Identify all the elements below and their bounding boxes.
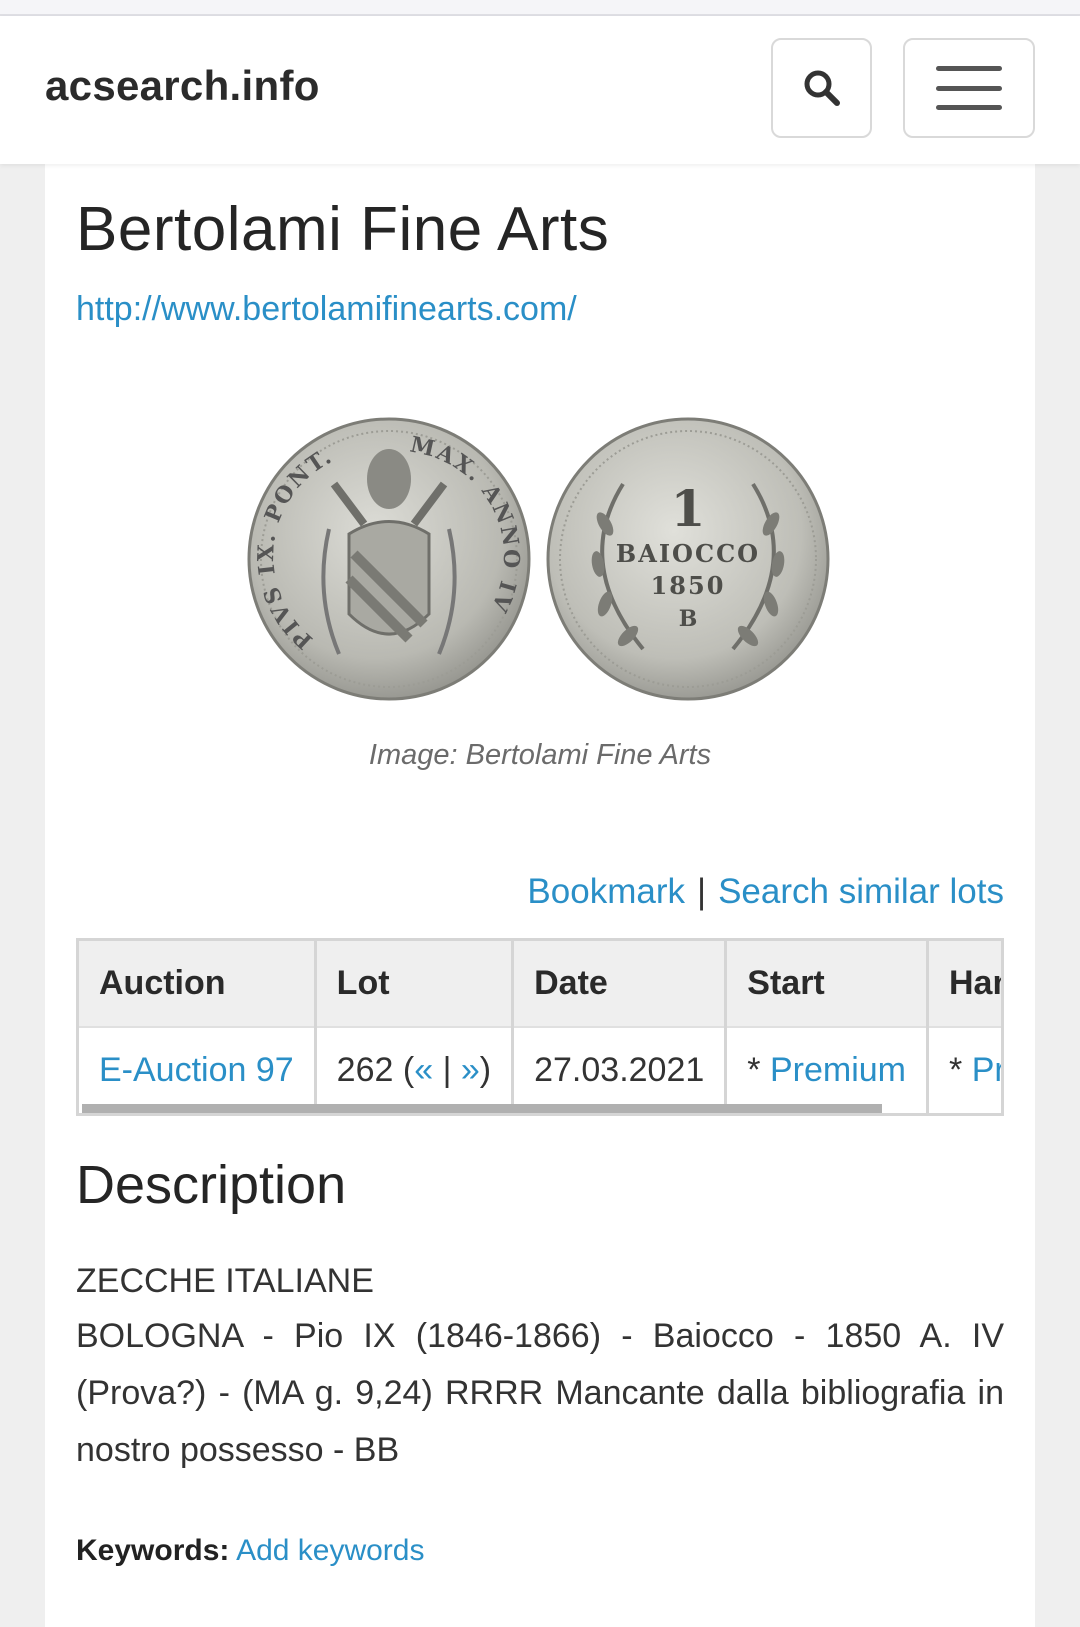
auction-cell: E-Auction 97 (79, 1027, 317, 1113)
hammer-prefix: * (949, 1051, 963, 1089)
horizontal-scrollbar[interactable] (82, 1104, 882, 1113)
column-header-hammer: Hammer (927, 941, 1001, 1028)
lot-nav-separator: | (442, 1051, 452, 1089)
coin-obverse-image: PIVS IX. PONT. MAX. ANNO IV (247, 417, 531, 701)
hammer-cell: * Premium (927, 1027, 1001, 1113)
date-cell: 27.03.2021 (512, 1027, 728, 1113)
start-cell: * Premium (725, 1027, 929, 1113)
navbar: acsearch.info (0, 16, 1080, 164)
image-caption: Image: Bertolami Fine Arts (368, 739, 712, 771)
bookmark-link[interactable]: Bookmark (527, 872, 685, 911)
lot-cell: 262 (« | ») (315, 1027, 515, 1113)
lot-card: Bertolami Fine Arts http://www.bertolami… (45, 164, 1035, 1627)
column-header-auction: Auction (79, 941, 317, 1028)
brand-logo[interactable]: acsearch.info (45, 62, 320, 110)
table-header-row: Auction Lot Date Start Hammer (79, 941, 1001, 1028)
column-header-start: Start (725, 941, 929, 1028)
auction-link[interactable]: E-Auction 97 (99, 1051, 294, 1089)
description-category: ZECCHE ITALIANE (76, 1262, 374, 1300)
start-premium-link[interactable]: Premium (770, 1051, 906, 1089)
search-similar-lots-link[interactable]: Search similar lots (718, 872, 1004, 911)
menu-toggle-button[interactable] (903, 38, 1035, 138)
search-button[interactable] (771, 38, 872, 138)
reverse-mint-text: B (679, 606, 698, 632)
lot-table-scroll-container[interactable]: Auction Lot Date Start Hammer E-Auction … (76, 938, 1004, 1116)
lot-actions: Bookmark | Search similar lots (527, 872, 1004, 912)
previous-lot-link[interactable]: « (414, 1051, 433, 1089)
auction-house-title: Bertolami Fine Arts (76, 195, 610, 264)
next-lot-link[interactable]: » (461, 1051, 480, 1089)
description-heading: Description (76, 1155, 347, 1215)
lot-number: 262 (336, 1051, 394, 1089)
reverse-year-text: 1850 (651, 571, 726, 600)
keywords-row: Keywords: Add keywords (76, 1534, 425, 1568)
lot-table: Auction Lot Date Start Hammer E-Auction … (79, 941, 1001, 1113)
description-text: BOLOGNA - Pio IX (1846-1866) - Baiocco -… (76, 1317, 1004, 1469)
coin-reverse-image: 1 BAIOCCO 1850 B (546, 417, 830, 701)
start-prefix: * (747, 1051, 761, 1089)
reverse-denomination-text: BAIOCCO (616, 539, 760, 568)
column-header-lot: Lot (315, 941, 515, 1028)
hammer-premium-link[interactable]: Premium (972, 1051, 1001, 1089)
table-row: E-Auction 97 262 (« | ») 27.03.2021 * Pr… (79, 1027, 1001, 1113)
add-keywords-link[interactable]: Add keywords (236, 1534, 424, 1567)
actions-separator: | (696, 872, 707, 911)
coin-image[interactable]: PIVS IX. PONT. MAX. ANNO IV 1 BAIOCCO 18… (76, 414, 1004, 714)
keywords-label: Keywords: (76, 1534, 230, 1567)
hamburger-menu-icon (936, 66, 1002, 110)
reverse-value-text: 1 (671, 479, 706, 538)
auction-house-website-link[interactable]: http://www.bertolamifinearts.com/ (76, 290, 577, 329)
browser-top-strip (0, 0, 1080, 16)
column-header-date: Date (512, 941, 728, 1028)
search-icon (804, 70, 840, 106)
